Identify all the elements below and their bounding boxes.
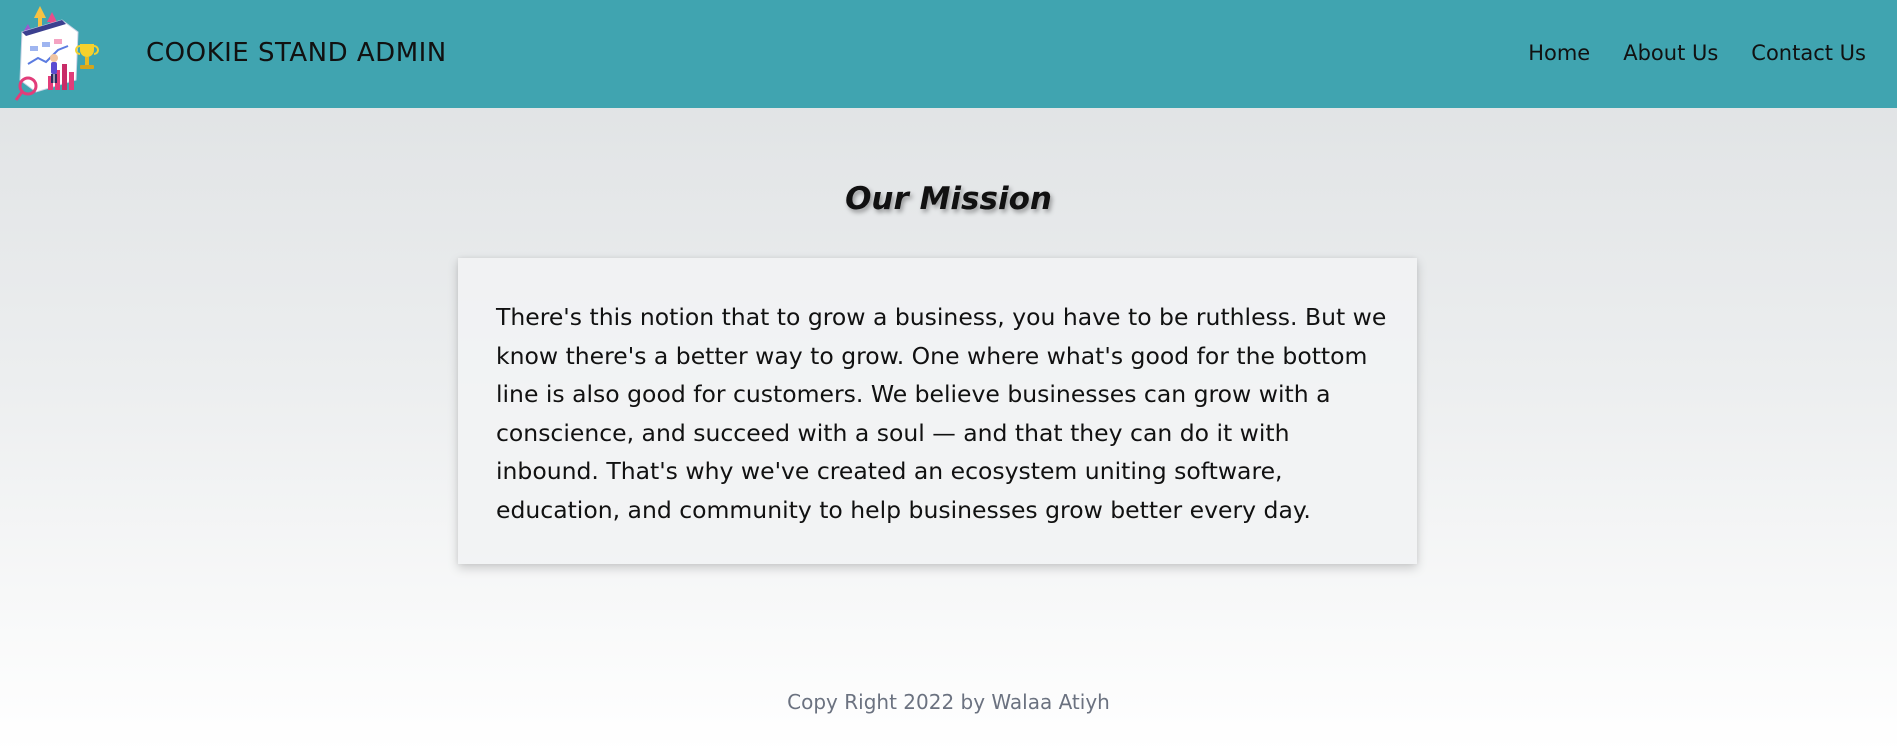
nav-link-contact-us[interactable]: Contact Us <box>1751 41 1866 65</box>
page-title: Our Mission <box>845 180 1052 217</box>
mission-card: There's this notion that to grow a busin… <box>458 258 1417 564</box>
nav-link-home[interactable]: Home <box>1528 41 1590 65</box>
site-header: COOKIE STAND ADMIN Home About Us Contact… <box>0 0 1897 108</box>
brand-title: COOKIE STAND ADMIN <box>146 38 447 68</box>
business-growth-logo-icon[interactable] <box>14 2 100 106</box>
mission-text: There's this notion that to grow a busin… <box>496 303 1387 524</box>
nav-link-about-us[interactable]: About Us <box>1623 41 1718 65</box>
footer-copyright: Copy Right 2022 by Walaa Atiyh <box>787 690 1110 714</box>
main-nav: Home About Us Contact Us <box>1528 41 1866 65</box>
